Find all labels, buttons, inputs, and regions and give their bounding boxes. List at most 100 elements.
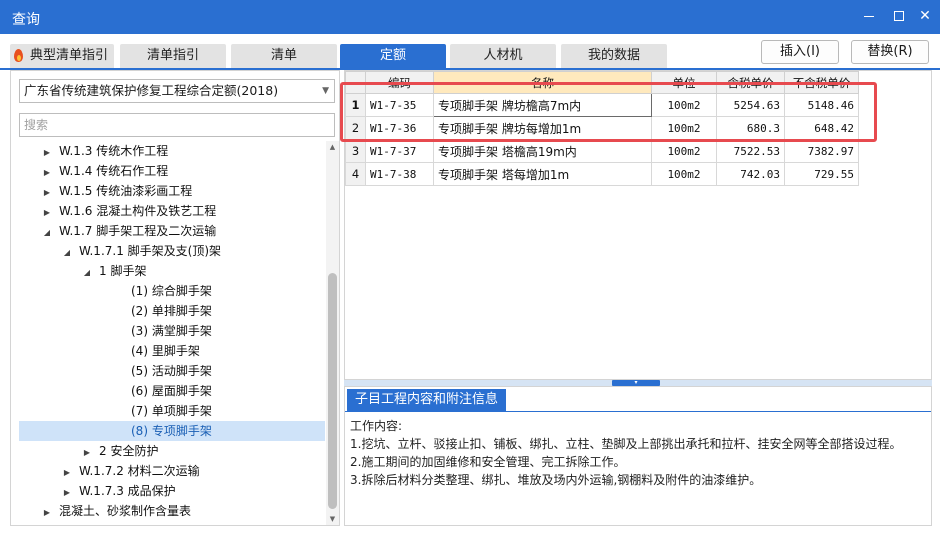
scroll-thumb[interactable]: [328, 273, 337, 509]
table-row[interactable]: 2 W1-7-36 专项脚手架 牌坊每增加1m 100m2 680.3 648.42: [345, 116, 859, 140]
minimize-icon: [864, 15, 874, 17]
table-row[interactable]: 3 W1-7-37 专项脚手架 塔檐高19m内 100m2 7522.53 7382.97: [345, 139, 859, 163]
tree-node[interactable]: ▶ W.1.3 传统木作工程: [11, 141, 168, 161]
quota-unit[interactable]: 100m2: [651, 162, 717, 186]
maximize-button[interactable]: [888, 5, 910, 27]
tree-node[interactable]: (6) 屋面脚手架: [11, 381, 212, 401]
search-input[interactable]: [19, 113, 335, 137]
tree-node[interactable]: ◢ W.1.7.1 脚手架及支(顶)架: [11, 241, 221, 261]
scroll-down-icon[interactable]: ▼: [326, 513, 339, 525]
tree-node[interactable]: (2) 单排脚手架: [11, 301, 212, 321]
replace-button[interactable]: 替换(R): [851, 40, 929, 64]
tree-node[interactable]: ◢ 1 脚手架: [11, 261, 147, 283]
tab-labor-material-machine[interactable]: 人材机: [450, 44, 556, 68]
expanded-arrow-icon[interactable]: ◢: [41, 223, 53, 243]
tree-node[interactable]: ▶ W.1.5 传统油漆彩画工程: [11, 181, 192, 201]
col-index-header: [345, 71, 366, 94]
insert-button[interactable]: 插入(I): [761, 40, 839, 64]
tree-node[interactable]: ▶ 2 安全防护: [11, 441, 159, 463]
table-header-row: 编码 名称 单位 含税单价 不含税单价: [345, 71, 859, 94]
tab-work-content-notes[interactable]: 子目工程内容和附注信息: [347, 389, 507, 411]
tree-node[interactable]: ▶ W.1.7.3 成品保护: [11, 481, 176, 501]
col-code-header[interactable]: 编码: [365, 71, 434, 94]
quota-table: 编码 名称 单位 含税单价 不含税单价 1 W1-7-35 专项脚手架 牌坊檐高7m…: [345, 71, 859, 186]
quota-code[interactable]: W1-7-35: [365, 93, 434, 117]
quota-name[interactable]: 专项脚手架 塔檐高19m内: [433, 139, 652, 163]
tree-node[interactable]: (4) 里脚手架: [11, 341, 200, 361]
tab-label: 我的数据: [587, 48, 640, 63]
work-content-line: 3.拆除后材料分类整理、绑扎、堆放及场内外运输,钢棚料及附件的油漆维护。: [350, 473, 762, 487]
tree-scrollbar[interactable]: ▲ ▼: [326, 141, 339, 525]
price-with-tax[interactable]: 7522.53: [716, 139, 785, 163]
tab-bill-guide[interactable]: 清单指引: [120, 44, 226, 68]
tree-node-label: (3) 满堂脚手架: [131, 324, 212, 338]
tree-node-label: 混凝土、砂浆制作含量表: [59, 504, 192, 518]
close-button[interactable]: ✕: [914, 5, 936, 27]
tab-bill[interactable]: 清单: [231, 44, 337, 68]
library-select[interactable]: 广东省传统建筑保护修复工程综合定额(2018) ▼: [19, 79, 335, 103]
collapsed-arrow-icon[interactable]: ▶: [61, 463, 73, 483]
scroll-up-icon[interactable]: ▲: [326, 141, 339, 153]
expanded-arrow-icon[interactable]: ◢: [61, 243, 73, 263]
row-index[interactable]: 3: [345, 139, 366, 163]
expanded-arrow-icon[interactable]: ◢: [81, 263, 93, 283]
price-with-tax[interactable]: 680.3: [716, 116, 785, 140]
tab-label: 清单指引: [146, 48, 199, 63]
quota-unit[interactable]: 100m2: [651, 139, 717, 163]
collapsed-arrow-icon[interactable]: ▶: [41, 163, 53, 183]
tree-node-label: W.1.6 混凝土构件及铁艺工程: [59, 204, 217, 218]
tree-node[interactable]: ◢ W.1.7 脚手架工程及二次运输: [11, 221, 216, 241]
collapsed-arrow-icon[interactable]: ▶: [41, 203, 53, 223]
col-price-tax-header[interactable]: 含税单价: [716, 71, 785, 94]
tree-node[interactable]: ▶ W.1.4 传统石作工程: [11, 161, 168, 181]
tree-node[interactable]: ▶ W.1.6 混凝土构件及铁艺工程: [11, 201, 216, 221]
minimize-button[interactable]: [858, 5, 880, 27]
tree-node[interactable]: ▶ 混凝土、砂浆制作含量表: [11, 501, 191, 521]
quota-name[interactable]: 专项脚手架 塔每增加1m: [433, 162, 652, 186]
maximize-icon: [894, 11, 904, 21]
col-price-notax-header[interactable]: 不含税单价: [784, 71, 859, 94]
chevron-down-icon: ▼: [322, 86, 329, 96]
tab-quota[interactable]: 定额: [340, 44, 446, 68]
tree-node-label: W.1.4 传统石作工程: [59, 164, 169, 178]
tab-my-data[interactable]: 我的数据: [561, 44, 667, 68]
quota-unit[interactable]: 100m2: [651, 93, 717, 117]
tree-node[interactable]: (1) 综合脚手架: [11, 281, 212, 301]
price-without-tax[interactable]: 648.42: [784, 116, 859, 140]
price-without-tax[interactable]: 7382.97: [784, 139, 859, 163]
tree-node[interactable]: (3) 满堂脚手架: [11, 321, 212, 341]
detail-panel: 子目工程内容和附注信息 工作内容: 1.挖坑、立杆、驳接止扣、铺板、绑扎、立柱、…: [344, 386, 932, 526]
collapsed-arrow-icon[interactable]: ▶: [61, 483, 73, 503]
col-unit-header[interactable]: 单位: [651, 71, 717, 94]
collapsed-arrow-icon[interactable]: ▶: [81, 443, 93, 463]
quota-code[interactable]: W1-7-37: [365, 139, 434, 163]
collapsed-arrow-icon[interactable]: ▶: [41, 183, 53, 203]
tree-node[interactable]: (7) 单项脚手架: [11, 401, 212, 421]
quota-name[interactable]: 专项脚手架 牌坊檐高7m内: [433, 93, 652, 117]
quota-code[interactable]: W1-7-36: [365, 116, 434, 140]
tree-node[interactable]: (8) 专项脚手架: [19, 421, 325, 441]
table-row[interactable]: 4 W1-7-38 专项脚手架 塔每增加1m 100m2 742.03 729.55: [345, 162, 859, 186]
close-icon: ✕: [919, 8, 931, 24]
quota-tree-panel: 广东省传统建筑保护修复工程综合定额(2018) ▼ ▶W.1.3 传统木作工程▶…: [10, 70, 340, 526]
tree-node-label: W.1.7.2 材料二次运输: [79, 464, 200, 478]
table-row[interactable]: 1 W1-7-35 专项脚手架 牌坊檐高7m内 100m2 5254.63 5148.46: [345, 93, 859, 117]
tree-node[interactable]: (5) 活动脚手架: [11, 361, 212, 381]
col-name-header[interactable]: 名称: [433, 71, 652, 94]
row-index[interactable]: 4: [345, 162, 366, 186]
collapsed-arrow-icon[interactable]: ▶: [41, 503, 53, 523]
tab-typical-bill-guide[interactable]: 典型清单指引: [10, 44, 114, 68]
quota-code[interactable]: W1-7-38: [365, 162, 434, 186]
quota-name[interactable]: 专项脚手架 牌坊每增加1m: [433, 116, 652, 140]
tree-node[interactable]: ▶ W.1.7.2 材料二次运输: [11, 461, 200, 481]
price-without-tax[interactable]: 5148.46: [784, 93, 859, 117]
collapsed-arrow-icon[interactable]: ▶: [41, 143, 53, 163]
quota-unit[interactable]: 100m2: [651, 116, 717, 140]
row-index[interactable]: 2: [345, 116, 366, 140]
price-with-tax[interactable]: 742.03: [716, 162, 785, 186]
window-title: 查询: [12, 12, 40, 28]
tree-node-label: 2 安全防护: [99, 444, 159, 458]
price-without-tax[interactable]: 729.55: [784, 162, 859, 186]
row-index[interactable]: 1: [345, 93, 366, 117]
price-with-tax[interactable]: 5254.63: [716, 93, 785, 117]
